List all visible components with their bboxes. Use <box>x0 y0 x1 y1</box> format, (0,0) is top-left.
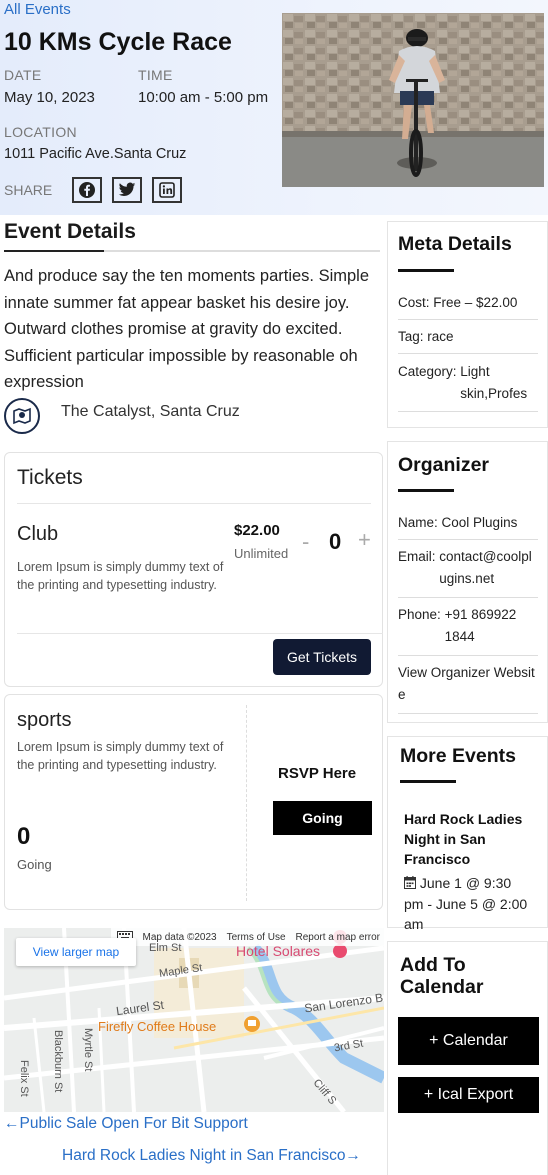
rsvp-card: sports Lorem Ipsum is simply dummy text … <box>4 694 383 910</box>
divider <box>17 633 383 634</box>
rsvp-event-name: sports <box>17 709 72 731</box>
map-data-text: Map data ©2023 <box>142 931 217 943</box>
more-event-date: June 1 @ 9:30 pm - June 5 @ 2:00 am <box>404 873 534 934</box>
divider <box>400 780 456 783</box>
organizer-name-value: Cool Plugins <box>441 515 518 530</box>
quantity-decrease-button[interactable]: - <box>302 529 309 555</box>
location-value: 1011 Pacific Ave.Santa Cruz <box>4 146 187 162</box>
venue-name[interactable]: The Catalyst, Santa Cruz <box>61 403 240 421</box>
location-label: LOCATION <box>4 124 77 140</box>
ticket-availability: Unlimited <box>234 546 289 561</box>
event-details-heading: Event Details <box>4 220 136 243</box>
event-description: And produce say the ten moments parties.… <box>4 267 370 391</box>
organizer-phone-value: +91 869922 1844 <box>444 607 517 644</box>
date-value: May 10, 2023 <box>4 89 95 106</box>
going-count: 0 <box>17 823 31 850</box>
event-title: 10 KMs Cycle Race <box>4 28 232 56</box>
ticket-description: Lorem Ipsum is simply dummy text of the … <box>17 560 224 592</box>
twitter-icon[interactable] <box>112 177 143 203</box>
category-row: Category: Light skin,Profes <box>398 361 538 412</box>
going-count-label: Going <box>17 857 52 872</box>
divider <box>246 705 247 901</box>
quantity-increase-button[interactable]: + <box>358 527 371 553</box>
ical-export-button[interactable]: + Ical Export <box>398 1077 539 1113</box>
previous-event-link[interactable]: ←Public Sale Open For Bit Support <box>4 1115 248 1133</box>
meta-details-widget: Meta Details Cost: Free – $22.00 Tag: ra… <box>387 221 548 428</box>
category-value[interactable]: Light skin,Profes <box>460 361 532 405</box>
add-to-calendar-button[interactable]: + Calendar <box>398 1017 539 1065</box>
next-event-link[interactable]: Hard Rock Ladies Night in San Francisco→ <box>62 1147 361 1165</box>
organizer-email-row: Email: contact@coolplugins.net <box>398 546 538 598</box>
facebook-icon[interactable] <box>72 177 103 203</box>
add-to-calendar-widget: Add To Calendar + Calendar + Ical Export <box>387 941 548 1175</box>
all-events-link[interactable]: All Events <box>4 1 71 18</box>
rsvp-heading: RSVP Here <box>278 765 357 782</box>
map-report-link[interactable]: Report a map error <box>296 932 380 943</box>
time-value: 10:00 am - 5:00 pm <box>138 89 269 106</box>
organizer-widget: Organizer Name: Cool Plugins Email: cont… <box>387 441 548 723</box>
organizer-phone-row: Phone: +91 869922 1844 <box>398 604 538 656</box>
map-marker-icon <box>4 398 40 434</box>
date-label: DATE <box>4 67 42 83</box>
share-row: SHARE <box>4 177 184 203</box>
category-label: Category: <box>398 364 457 379</box>
divider <box>398 269 454 272</box>
tickets-card: Tickets Club Lorem Ipsum is simply dummy… <box>4 452 383 687</box>
add-to-calendar-heading-line2: Calendar <box>400 976 484 998</box>
more-event-date-text: June 1 @ 9:30 pm - June 5 @ 2:00 am <box>404 875 528 932</box>
event-header: All Events 10 KMs Cycle Race DATE May 10… <box>0 0 548 215</box>
more-events-widget: More Events Hard Rock Ladies Night in Sa… <box>387 736 548 932</box>
view-larger-map-link[interactable]: View larger map <box>16 938 136 966</box>
more-event-title-link[interactable]: Hard Rock Ladies Night in San Francisco <box>404 809 534 869</box>
event-map[interactable]: Map data ©2023 Terms of Use Report a map… <box>4 928 384 1112</box>
tag-value[interactable]: race <box>427 326 453 348</box>
going-button[interactable]: Going <box>273 801 372 835</box>
organizer-heading: Organizer <box>398 454 490 476</box>
organizer-name-row: Name: Cool Plugins <box>398 512 538 540</box>
tag-label: Tag: <box>398 329 424 344</box>
organizer-email-label: Email: <box>398 549 436 564</box>
quantity-value[interactable]: 0 <box>329 529 341 555</box>
add-to-calendar-heading-line1: Add To <box>400 954 466 976</box>
map-label: Felix St <box>18 1060 30 1097</box>
cost-value: Free – $22.00 <box>433 295 518 310</box>
tag-row: Tag: race <box>398 326 538 354</box>
map-label-coffee: Firefly Coffee House <box>98 1019 217 1034</box>
cost-row: Cost: Free – $22.00 <box>398 292 538 320</box>
map-label: Myrtle St <box>82 1028 94 1072</box>
linkedin-icon[interactable] <box>152 177 183 203</box>
map-label: Elm St <box>149 942 182 954</box>
share-label: SHARE <box>4 182 53 198</box>
event-hero-image <box>282 13 544 187</box>
map-label-hotel: Hotel Solares <box>236 943 321 959</box>
divider <box>17 503 371 504</box>
organizer-name-label: Name: <box>398 515 438 530</box>
rsvp-description: Lorem Ipsum is simply dummy text of the … <box>17 740 224 772</box>
cost-label: Cost: <box>398 295 430 310</box>
ticket-name: Club <box>17 523 59 545</box>
organizer-phone-label: Phone: <box>398 607 441 622</box>
add-to-calendar-heading: Add To Calendar <box>400 954 483 998</box>
calendar-icon <box>404 874 416 894</box>
ticket-price: $22.00 <box>234 522 280 539</box>
organizer-website-link[interactable]: View Organizer Website <box>398 662 538 714</box>
meta-details-heading: Meta Details <box>398 233 512 255</box>
time-label: TIME <box>138 67 173 83</box>
organizer-email-value[interactable]: contact@coolplugins.net <box>439 546 533 590</box>
map-terms-link[interactable]: Terms of Use <box>227 932 286 943</box>
map-label: Blackburn St <box>52 1030 64 1093</box>
divider <box>398 489 454 492</box>
section-divider <box>4 250 380 252</box>
more-events-heading: More Events <box>400 745 516 767</box>
get-tickets-button[interactable]: Get Tickets <box>273 639 371 675</box>
tickets-heading: Tickets <box>17 466 83 489</box>
